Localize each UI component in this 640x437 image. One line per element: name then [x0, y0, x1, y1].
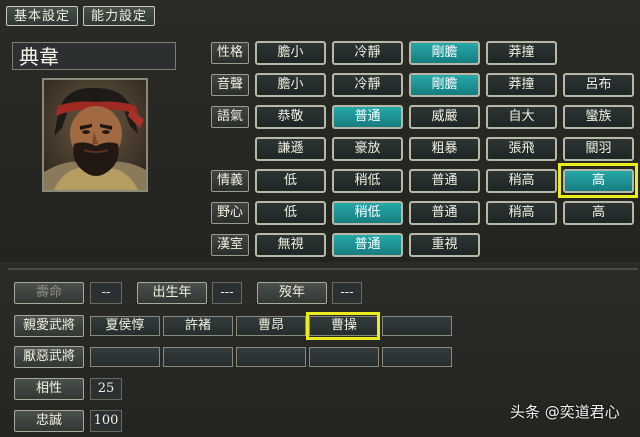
disliked-generals-button[interactable]: 厭惡武將	[14, 346, 84, 368]
tone-option-1[interactable]: 恭敬	[255, 105, 326, 129]
compatibility-button[interactable]: 相性	[14, 378, 84, 400]
righteousness-option-3[interactable]: 普通	[409, 169, 480, 193]
tab-basic-settings[interactable]: 基本設定	[6, 6, 78, 26]
tone-option-6[interactable]: 謙遜	[255, 137, 326, 161]
portrait-image	[44, 80, 146, 190]
righteousness-option-2[interactable]: 稍低	[332, 169, 403, 193]
han-court-option-2[interactable]: 普通	[332, 233, 403, 257]
tone-option-4[interactable]: 自大	[486, 105, 557, 129]
liked-general-slot-1[interactable]: 夏侯惇	[90, 316, 160, 336]
liked-general-highlight-frame	[306, 312, 380, 340]
righteousness-highlight-frame	[558, 163, 638, 198]
loyalty-value[interactable]: 100	[90, 410, 122, 432]
ambition-option-4[interactable]: 稍高	[486, 201, 557, 225]
personality-option-2[interactable]: 冷靜	[332, 41, 403, 65]
tab-ability-settings[interactable]: 能力設定	[83, 6, 155, 26]
personality-option-3[interactable]: 剛膽	[409, 41, 480, 65]
tone-option-10[interactable]: 關羽	[563, 137, 634, 161]
personality-option-4[interactable]: 莽撞	[486, 41, 557, 65]
liked-general-slot-5[interactable]	[382, 316, 452, 336]
righteousness-option-1[interactable]: 低	[255, 169, 326, 193]
han-court-option-3[interactable]: 重視	[409, 233, 480, 257]
disliked-general-slot-3[interactable]	[236, 347, 306, 367]
liked-general-slot-3[interactable]: 曹昂	[236, 316, 306, 336]
watermark-text: 头条 @奕道君心	[510, 403, 620, 421]
disliked-general-slot-5[interactable]	[382, 347, 452, 367]
righteousness-option-4[interactable]: 稍高	[486, 169, 557, 193]
tone-option-9[interactable]: 張飛	[486, 137, 557, 161]
voice-option-5[interactable]: 呂布	[563, 73, 634, 97]
label-voice: 音聲	[211, 74, 249, 96]
birth-year-value: ---	[212, 282, 242, 304]
tone-option-3[interactable]: 威嚴	[409, 105, 480, 129]
disliked-general-slot-2[interactable]	[163, 347, 233, 367]
ambition-option-5[interactable]: 高	[563, 201, 634, 225]
tone-option-2[interactable]: 普通	[332, 105, 403, 129]
panel-divider	[8, 268, 638, 270]
loyalty-button[interactable]: 忠誠	[14, 410, 84, 432]
general-name: 典韋	[12, 42, 176, 70]
disliked-general-slot-1[interactable]	[90, 347, 160, 367]
disliked-general-slot-4[interactable]	[309, 347, 379, 367]
liked-general-slot-2[interactable]: 許褚	[163, 316, 233, 336]
ambition-option-2[interactable]: 稍低	[332, 201, 403, 225]
label-personality: 性格	[211, 42, 249, 64]
birth-year-label: 出生年	[137, 282, 207, 304]
lifespan-value: --	[90, 282, 122, 304]
voice-option-1[interactable]: 膽小	[255, 73, 326, 97]
label-han-court: 漢室	[211, 234, 249, 256]
general-portrait	[42, 78, 148, 192]
death-year-value: ---	[332, 282, 362, 304]
ambition-option-1[interactable]: 低	[255, 201, 326, 225]
ambition-option-3[interactable]: 普通	[409, 201, 480, 225]
han-court-option-1[interactable]: 無視	[255, 233, 326, 257]
label-ambition: 野心	[211, 202, 249, 224]
tone-option-8[interactable]: 粗暴	[409, 137, 480, 161]
tone-option-7[interactable]: 豪放	[332, 137, 403, 161]
label-righteousness: 情義	[211, 170, 249, 192]
personality-option-1[interactable]: 膽小	[255, 41, 326, 65]
voice-option-2[interactable]: 冷靜	[332, 73, 403, 97]
voice-option-4[interactable]: 莽撞	[486, 73, 557, 97]
liked-generals-button[interactable]: 親愛武將	[14, 315, 84, 337]
death-year-label: 歿年	[257, 282, 327, 304]
tone-option-5[interactable]: 蠻族	[563, 105, 634, 129]
label-tone: 語氣	[211, 106, 249, 128]
voice-option-3[interactable]: 剛膽	[409, 73, 480, 97]
lifespan-label-button[interactable]: 壽命	[14, 282, 84, 304]
compatibility-value[interactable]: 25	[90, 378, 122, 400]
